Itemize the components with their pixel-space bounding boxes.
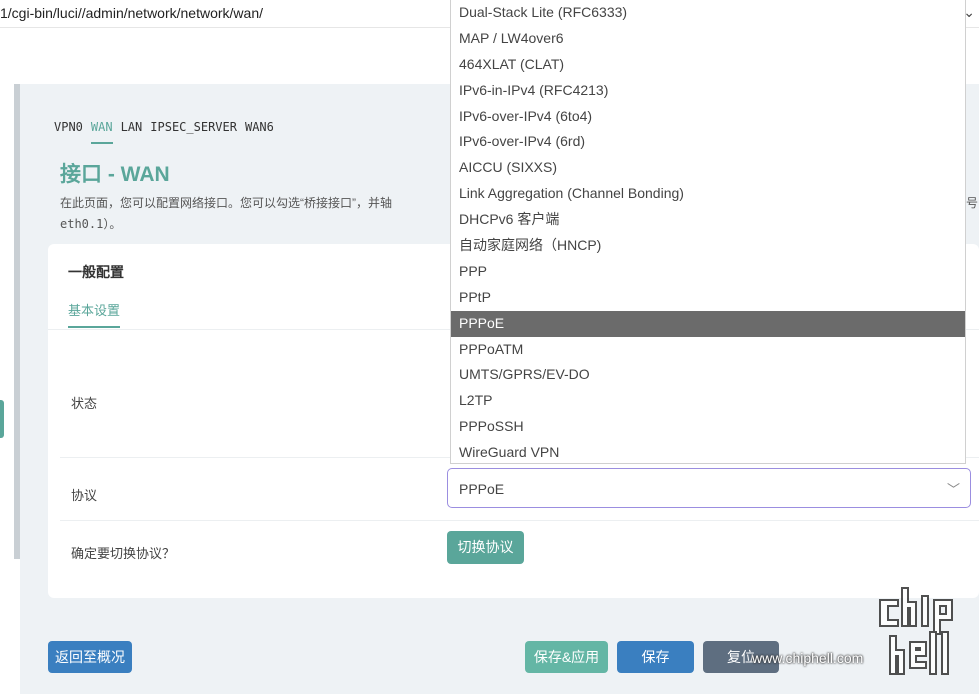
dropdown-option[interactable]: IPv6-in-IPv4 (RFC4213)	[451, 78, 965, 104]
dropdown-option[interactable]: PPtP	[451, 285, 965, 311]
page-description: 在此页面，您可以配置网络接口。您可以勾选“桥接接口”，并轴	[60, 196, 392, 210]
address-url[interactable]: 1/cgi-bin/luci//admin/network/network/wa…	[0, 5, 263, 21]
tab-lan[interactable]: LAN	[121, 120, 143, 144]
dropdown-option[interactable]: IPv6-over-IPv4 (6to4)	[451, 104, 965, 130]
dropdown-option[interactable]: Link Aggregation (Channel Bonding)	[451, 181, 965, 207]
dropdown-option[interactable]: 自动家庭网络（HNCP)	[451, 233, 965, 259]
watermark-url: www.chiphell.com	[752, 650, 864, 666]
dropdown-option-selected[interactable]: PPPoE	[451, 310, 965, 337]
chevron-down-icon: ﹀	[946, 482, 960, 497]
chiphell-logo-icon	[879, 587, 953, 675]
protocol-select-value: PPPoE	[459, 481, 505, 497]
sidebar-edge	[14, 84, 20, 559]
dropdown-option[interactable]: PPPoATM	[451, 337, 965, 363]
tab-wan6[interactable]: WAN6	[245, 120, 274, 144]
confirm-switch-label: 确定要切换协议？	[71, 546, 176, 561]
switch-protocol-button[interactable]: 切换协议	[447, 531, 524, 564]
dropdown-option[interactable]: WireGuard VPN	[451, 440, 965, 463]
dropdown-option[interactable]: Dual-Stack Lite (RFC6333)	[451, 0, 965, 26]
dropdown-option[interactable]: AICCU (SIXXS)	[451, 155, 965, 181]
dropdown-option[interactable]: DHCPv6 客户端	[451, 207, 965, 233]
tab-wan[interactable]: WAN	[90, 120, 113, 144]
sidebar-toggle-handle[interactable]	[0, 400, 4, 438]
save-button[interactable]: 保存	[617, 641, 694, 673]
card-title: 一般配置	[68, 264, 124, 280]
protocol-dropdown-list: Dual-Stack Lite (RFC6333) MAP / LW4over6…	[450, 0, 966, 464]
protocol-label: 协议	[71, 488, 98, 503]
dropdown-option[interactable]: UMTS/GPRS/EV-DO	[451, 362, 965, 388]
status-label: 状态	[71, 396, 98, 411]
dropdown-option[interactable]: 464XLAT (CLAT)	[451, 52, 965, 78]
divider	[60, 520, 979, 521]
dropdown-option[interactable]: L2TP	[451, 388, 965, 414]
tab-vpn0[interactable]: VPN0	[54, 120, 83, 144]
back-to-overview-button[interactable]: 返回至概况	[48, 641, 132, 673]
tab-basic-settings[interactable]: 基本设置	[68, 300, 121, 328]
page-title: 接口 - WAN	[60, 163, 170, 186]
dropdown-option[interactable]: IPv6-over-IPv4 (6rd)	[451, 129, 965, 155]
protocol-select[interactable]: PPPoE ﹀	[447, 468, 971, 508]
interface-tabs: VPN0 WAN LAN IPSEC_SERVER WAN6	[54, 120, 282, 144]
dropdown-option[interactable]: PPP	[451, 259, 965, 285]
page-description-fragment: 号	[966, 196, 979, 210]
dropdown-option[interactable]: MAP / LW4over6	[451, 26, 965, 52]
dropdown-option[interactable]: PPPoSSH	[451, 414, 965, 440]
page-description-cont: eth0.1）。	[60, 217, 122, 231]
save-apply-button[interactable]: 保存&应用	[525, 641, 608, 673]
tab-ipsec-server[interactable]: IPSEC_SERVER	[150, 120, 237, 144]
